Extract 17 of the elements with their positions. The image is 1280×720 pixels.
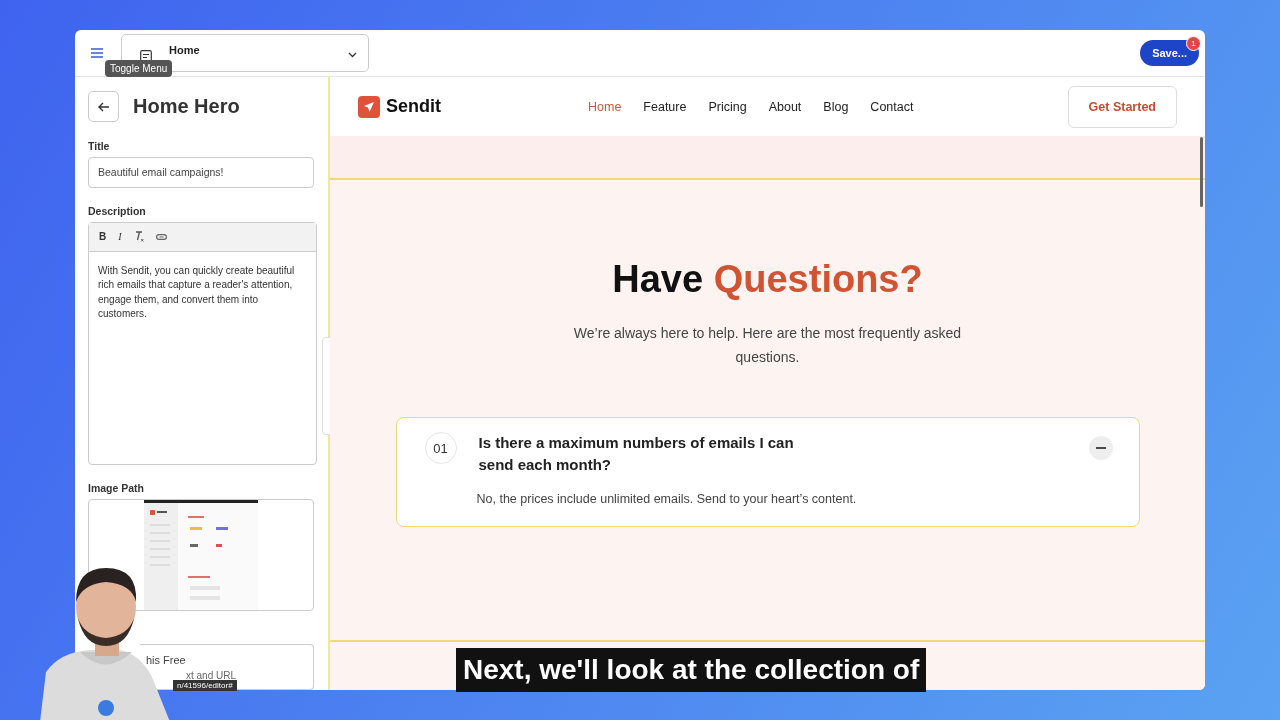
brand-name: Sendit <box>386 96 441 117</box>
section-heading: Have Questions? <box>612 258 923 301</box>
field-label: his Free <box>146 654 186 667</box>
field-label: Image Path <box>88 481 145 494</box>
faq-answer: No, the prices include unlimited emails. Send to your heart’s content. <box>476 492 858 506</box>
notification-badge: 1 <box>1186 36 1201 51</box>
field-label: Title <box>88 140 110 152</box>
video-caption: Next, we'll look at the collection of <box>456 648 927 692</box>
section-subtitle: We’re always here to help. Here are the most frequently asked questions. <box>572 324 963 367</box>
field-hint: xt and URL <box>186 670 237 682</box>
description-text: With Sendit, you can quickly create beautiful rich emails that capture a reader's attention, engage them, and convert them into customers. <box>97 263 296 322</box>
page-select-value: Home <box>169 44 200 56</box>
field-label: Description <box>88 204 146 217</box>
faq-question: Is there a maximum numbers of emails I can send each month? <box>478 433 795 475</box>
link-url-tooltip: n/41596/editor# <box>173 680 237 691</box>
tooltip: Toggle Menu <box>105 60 173 77</box>
panel-title: Home Hero <box>133 95 240 118</box>
